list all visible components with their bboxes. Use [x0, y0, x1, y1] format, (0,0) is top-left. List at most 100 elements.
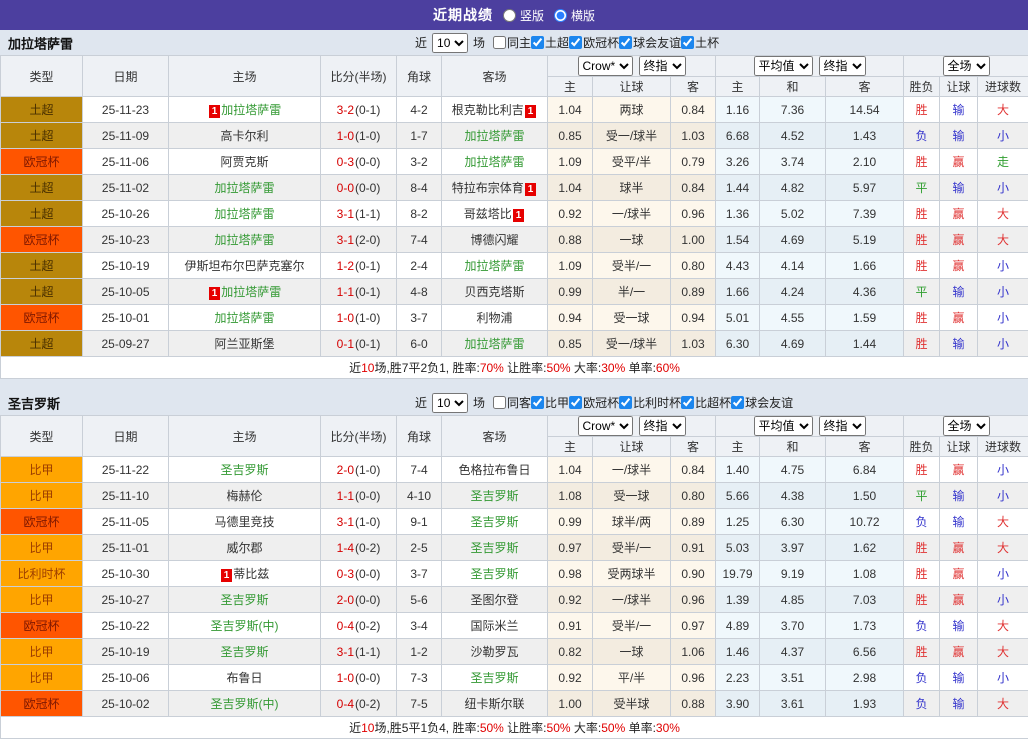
- result-handicap: 输: [940, 331, 978, 357]
- column-header: 客场: [442, 416, 548, 457]
- fulltime-score: 2-0: [337, 463, 354, 477]
- away-team: 博德闪耀: [442, 227, 548, 253]
- sub-column-header: 客: [671, 77, 716, 97]
- scope-select[interactable]: 全场: [943, 416, 990, 436]
- result-goals: 小: [978, 587, 1028, 613]
- fulltime-score: 3-1: [337, 233, 354, 247]
- away-team: 贝西克塔斯: [442, 279, 548, 305]
- same-venue-checkbox-label[interactable]: 同客: [493, 394, 531, 411]
- league-checkbox[interactable]: [619, 396, 632, 409]
- avg-home: 1.44: [716, 175, 760, 201]
- average-select[interactable]: 平均值: [754, 56, 813, 76]
- same-venue-checkbox-label[interactable]: 同主: [493, 34, 531, 51]
- match-type: 欧冠杯: [1, 509, 83, 535]
- league-label: 土杯: [695, 34, 719, 51]
- result-win-draw-loss: 负: [904, 613, 940, 639]
- games-count-select[interactable]: 10: [432, 393, 468, 413]
- league-checkbox[interactable]: [619, 36, 632, 49]
- result-handicap: 赢: [940, 253, 978, 279]
- filter-controls: 近10场同客比甲欧冠杯比利时杯比超杯球会友谊: [412, 393, 793, 413]
- league-checkbox[interactable]: [569, 396, 582, 409]
- match-type: 土超: [1, 97, 83, 123]
- handicap-line: 受一/球半: [593, 123, 671, 149]
- final-odds-select-2[interactable]: 终指: [819, 416, 866, 436]
- away-team-name: 圣吉罗斯: [470, 541, 518, 555]
- final-odds-select-2[interactable]: 终指: [819, 56, 866, 76]
- layout-option-vertical[interactable]: 竖版: [503, 7, 544, 24]
- avg-home: 4.43: [716, 253, 760, 279]
- handicap-line: 受一球: [593, 483, 671, 509]
- league-checkbox-label[interactable]: 比甲: [531, 394, 569, 411]
- league-checkbox[interactable]: [681, 36, 694, 49]
- league-checkbox-label[interactable]: 土超: [531, 34, 569, 51]
- result-goals: 小: [978, 123, 1028, 149]
- column-header: 角球: [397, 416, 442, 457]
- away-odds: 0.88: [671, 691, 716, 717]
- average-select[interactable]: 平均值: [754, 416, 813, 436]
- bookmaker-select[interactable]: Crow*: [578, 416, 633, 436]
- summary-segment: 50%: [547, 721, 571, 735]
- horizontal-radio[interactable]: [554, 9, 567, 22]
- handicap-line: 半/一: [593, 279, 671, 305]
- sub-column-header: 主: [548, 437, 593, 457]
- summary-segment: 近: [349, 721, 361, 735]
- home-team: 威尔郡: [169, 535, 321, 561]
- fulltime-score: 3-1: [337, 515, 354, 529]
- vertical-radio[interactable]: [503, 9, 516, 22]
- score: 0-4(0-2): [321, 613, 397, 639]
- league-checkbox-label[interactable]: 土杯: [681, 34, 719, 51]
- result-goals: 大: [978, 613, 1028, 639]
- home-team-name: 梅赫伦: [226, 489, 262, 503]
- away-odds: 0.90: [671, 561, 716, 587]
- result-handicap: 赢: [940, 535, 978, 561]
- home-odds: 1.04: [548, 457, 593, 483]
- league-checkbox-label[interactable]: 球会友谊: [619, 34, 681, 51]
- league-checkbox[interactable]: [531, 36, 544, 49]
- fulltime-score: 0-4: [337, 619, 354, 633]
- home-odds: 0.99: [548, 509, 593, 535]
- fulltime-score: 0-1: [337, 337, 354, 351]
- column-header: 主场: [169, 56, 321, 97]
- games-count-select[interactable]: 10: [432, 33, 468, 53]
- result-handicap: 输: [940, 691, 978, 717]
- layout-option-horizontal[interactable]: 横版: [554, 7, 595, 24]
- league-checkbox[interactable]: [531, 396, 544, 409]
- same-venue-checkbox[interactable]: [493, 36, 506, 49]
- final-odds-select[interactable]: 终指: [639, 416, 686, 436]
- handicap-line: 球半/两: [593, 509, 671, 535]
- home-team: 圣吉罗斯: [169, 639, 321, 665]
- match-date: 25-10-19: [83, 639, 169, 665]
- home-team: 伊斯坦布尔巴萨克塞尔: [169, 253, 321, 279]
- bookmaker-select[interactable]: Crow*: [578, 56, 633, 76]
- away-team: 加拉塔萨雷: [442, 253, 548, 279]
- score: 1-4(0-2): [321, 535, 397, 561]
- league-checkbox-label[interactable]: 球会友谊: [731, 394, 793, 411]
- league-checkbox[interactable]: [681, 396, 694, 409]
- sub-column-header: 客: [826, 77, 904, 97]
- header-group: Crow* 终指: [548, 416, 716, 437]
- scope-select[interactable]: 全场: [943, 56, 990, 76]
- avg-draw: 4.55: [760, 305, 826, 331]
- league-checkbox-label[interactable]: 比超杯: [681, 394, 731, 411]
- away-odds: 1.03: [671, 123, 716, 149]
- summary-segment: 30%: [601, 361, 625, 375]
- match-type: 欧冠杯: [1, 691, 83, 717]
- league-checkbox-label[interactable]: 比利时杯: [619, 394, 681, 411]
- league-checkbox[interactable]: [731, 396, 744, 409]
- avg-away: 1.44: [826, 331, 904, 357]
- match-row: 土超25-09-27阿兰亚斯堡0-1(0-1)6-0加拉塔萨雷0.85受一/球半…: [1, 331, 1028, 357]
- same-venue-checkbox[interactable]: [493, 396, 506, 409]
- summary-segment: 30%: [656, 721, 680, 735]
- final-odds-select[interactable]: 终指: [639, 56, 686, 76]
- result-goals: 小: [978, 175, 1028, 201]
- league-checkbox-label[interactable]: 欧冠杯: [569, 34, 619, 51]
- fulltime-score: 1-1: [337, 489, 354, 503]
- match-type: 欧冠杯: [1, 305, 83, 331]
- match-type: 比甲: [1, 535, 83, 561]
- league-label: 比甲: [545, 394, 569, 411]
- halftime-score: (0-0): [355, 593, 380, 607]
- home-team-name: 加拉塔萨雷: [221, 103, 281, 117]
- league-checkbox-label[interactable]: 欧冠杯: [569, 394, 619, 411]
- summary-segment: 大率:: [571, 721, 602, 735]
- league-checkbox[interactable]: [569, 36, 582, 49]
